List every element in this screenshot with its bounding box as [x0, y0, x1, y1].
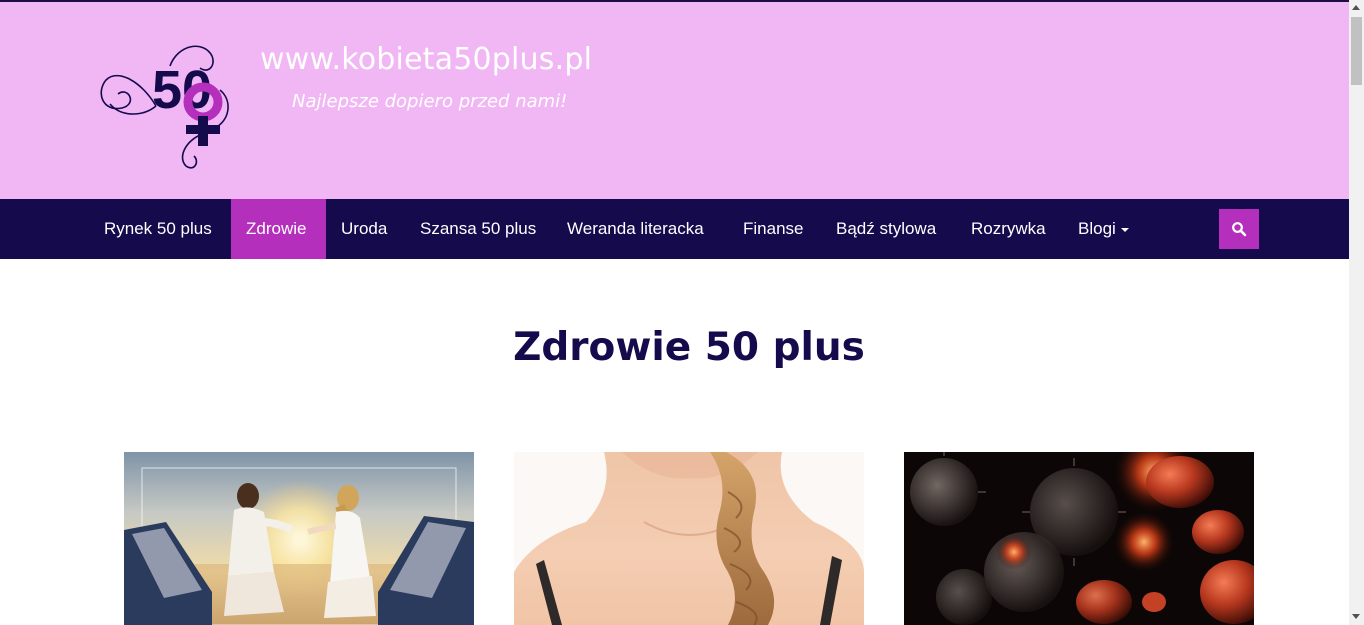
nav-item-label: Rynek 50 plus	[104, 219, 212, 238]
nav-item-label: Uroda	[341, 219, 388, 238]
nav-item-weranda-literacka[interactable]: Weranda literacka	[552, 199, 719, 259]
main-navigation: Rynek 50 plus Zdrowie Uroda Szansa 50 pl…	[0, 199, 1349, 259]
nav-item-rynek-50-plus[interactable]: Rynek 50 plus	[89, 199, 227, 259]
woman-neck-photo	[514, 452, 864, 625]
nav-item-zdrowie[interactable]: Zdrowie	[231, 199, 326, 259]
nav-item-badz-stylowa[interactable]: Bądź stylowa	[821, 199, 951, 259]
site-title[interactable]: www.kobieta50plus.pl	[260, 42, 592, 77]
article-image-couple-sunset[interactable]	[124, 452, 474, 625]
nav-item-label: Bądź stylowa	[836, 219, 937, 238]
scroll-down-arrow-icon[interactable]	[1352, 614, 1360, 619]
nav-item-rozrywka[interactable]: Rozrywka	[956, 199, 1061, 259]
nav-item-label: Blogi	[1078, 219, 1116, 238]
scrollbar-thumb[interactable]	[1351, 17, 1362, 85]
nav-item-blogi[interactable]: Blogi	[1063, 199, 1144, 259]
search-icon	[1232, 222, 1247, 237]
search-button[interactable]	[1219, 209, 1259, 249]
article-image-woman-neck[interactable]	[514, 452, 864, 625]
nav-item-label: Weranda literacka	[567, 219, 704, 238]
article-image-virus-cells[interactable]	[904, 452, 1254, 625]
nav-item-label: Szansa 50 plus	[420, 219, 537, 238]
nav-item-label: Rozrywka	[971, 219, 1046, 238]
nav-item-szansa-50-plus[interactable]: Szansa 50 plus	[405, 199, 551, 259]
scroll-up-arrow-icon[interactable]	[1352, 5, 1360, 10]
couple-sunset-photo	[124, 452, 474, 625]
site-tagline: Najlepsze dopiero przed nami!	[292, 91, 568, 112]
site-logo[interactable]: 50	[96, 38, 236, 174]
nav-item-label: Finanse	[743, 219, 804, 238]
nav-item-uroda[interactable]: Uroda	[326, 199, 402, 259]
page-title: Zdrowie 50 plus	[513, 325, 865, 370]
nav-item-finanse[interactable]: Finanse	[728, 199, 818, 259]
nav-item-label: Zdrowie	[246, 219, 307, 238]
virus-cells-photo	[904, 452, 1254, 625]
caret-down-icon	[1120, 227, 1129, 232]
vertical-scrollbar[interactable]	[1349, 0, 1364, 625]
site-header: 50 www.kobieta50plus.pl Najlepsze dopier…	[0, 2, 1349, 199]
